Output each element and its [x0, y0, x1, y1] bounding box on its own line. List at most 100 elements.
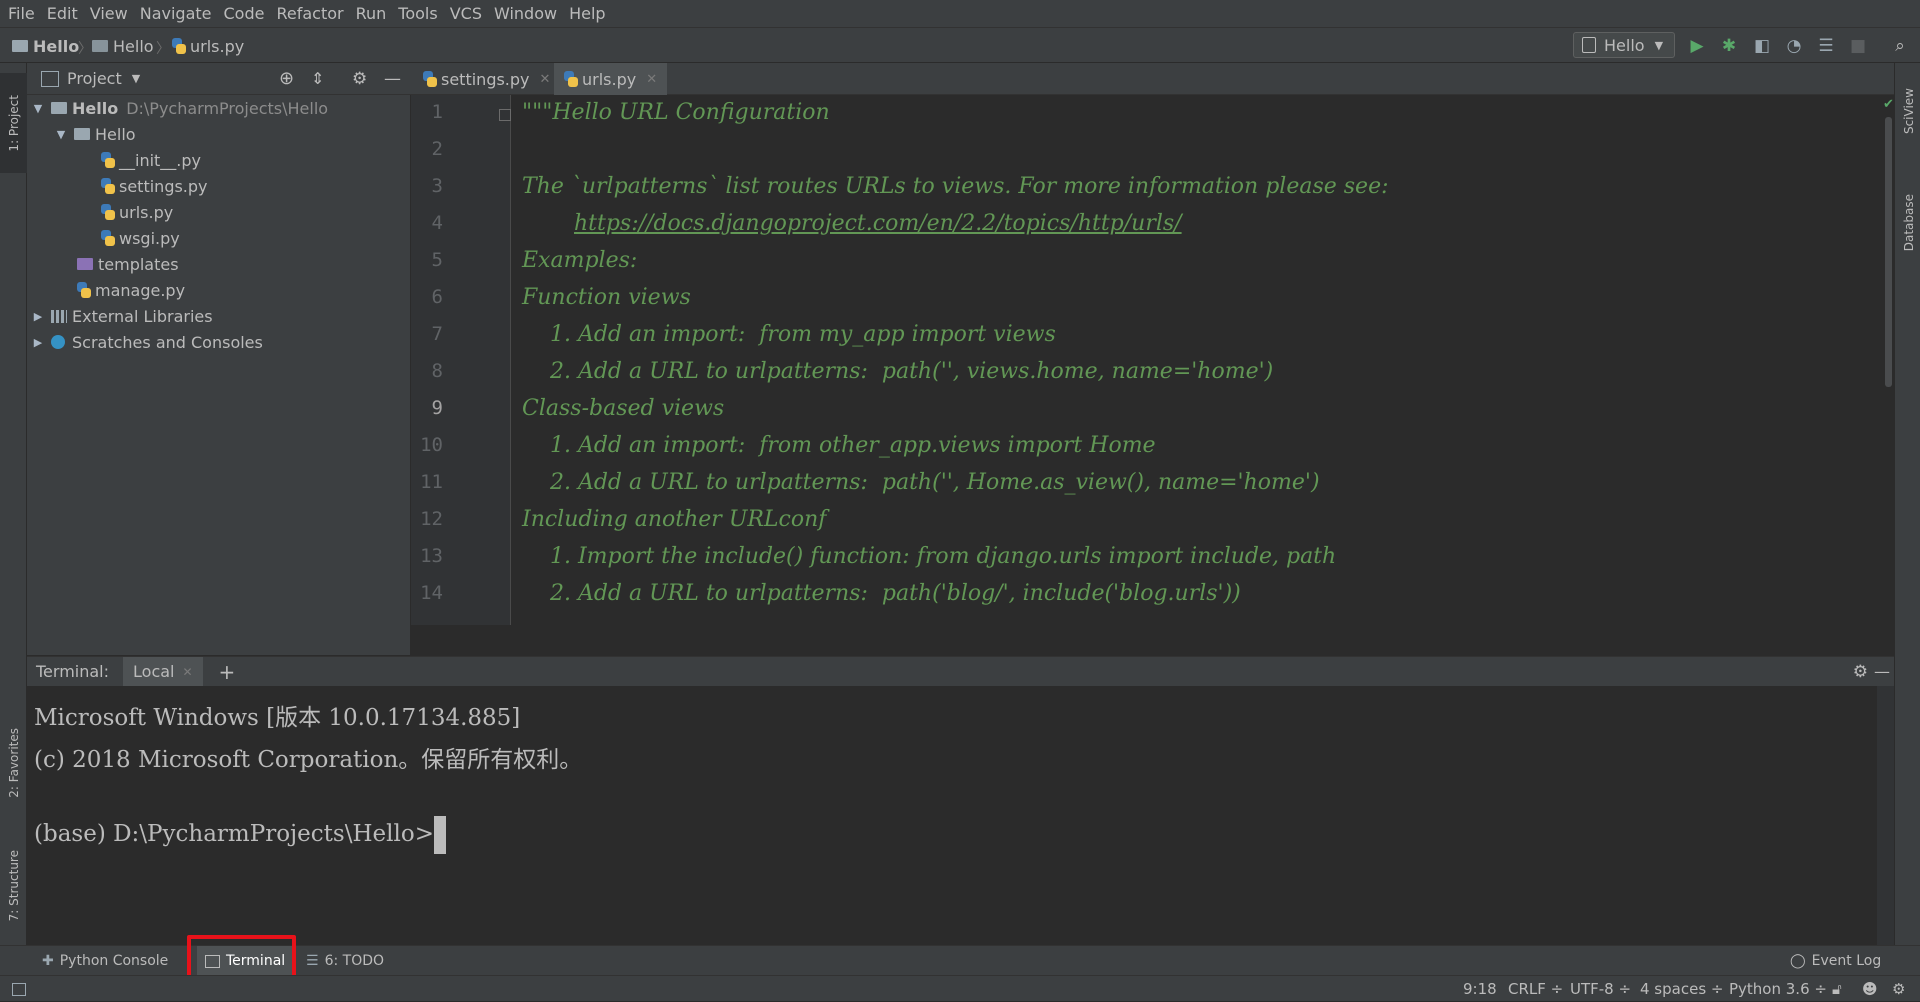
folder-icon	[12, 40, 28, 52]
run-configuration-dropdown[interactable]: Hello ▼	[1573, 32, 1675, 58]
tab-database[interactable]: Database	[1895, 173, 1920, 273]
menu-code[interactable]: Code	[218, 0, 271, 27]
tab-urls-py[interactable]: urls.py ✕	[554, 63, 668, 98]
python-interpreter[interactable]: Python 3.6 ÷	[1729, 976, 1827, 1002]
breadcrumb-folder[interactable]: Hello	[92, 28, 154, 64]
line-number: 14	[420, 582, 443, 604]
python-file-icon	[172, 38, 186, 54]
fold-marker-icon[interactable]	[499, 109, 511, 121]
terminal-line: (c) 2018 Microsoft Corporation。保留所有权利。	[34, 747, 583, 773]
project-view-selector[interactable]: Project	[67, 69, 122, 88]
tab-project[interactable]: 1: Project	[0, 73, 27, 173]
python-file-icon	[101, 204, 115, 220]
code-line: 2. Add a URL to urlpatterns: path('', vi…	[522, 359, 1274, 384]
tab-todo[interactable]: ☰ 6: TODO	[306, 946, 384, 976]
breadcrumb-file[interactable]: urls.py	[172, 28, 244, 64]
profile-icon[interactable]: ◔	[1783, 35, 1805, 57]
locate-icon[interactable]: ⊕	[279, 68, 294, 89]
project-tree: ▼ Hello D:\PycharmProjects\Hello ▼ Hello…	[27, 95, 411, 655]
tab-event-log[interactable]: ◯ Event Log	[1790, 946, 1881, 976]
code-editor[interactable]: """Hello URL Configuration The `urlpatte…	[512, 95, 1882, 625]
menu-view[interactable]: View	[84, 0, 134, 27]
indent-setting[interactable]: 4 spaces ÷	[1640, 976, 1723, 1002]
notification-icon[interactable]: ⚙	[1892, 976, 1905, 1002]
tree-item-root[interactable]: ▼ Hello D:\PycharmProjects\Hello	[31, 95, 328, 121]
code-line: Examples:	[522, 248, 638, 273]
menu-help[interactable]: Help	[563, 0, 611, 27]
search-icon[interactable]: ⌕	[1889, 35, 1911, 57]
hide-icon[interactable]: —	[1874, 662, 1890, 681]
close-icon[interactable]: ✕	[182, 665, 192, 679]
terminal-scrollbar[interactable]	[1877, 686, 1894, 945]
menu-window[interactable]: Window	[488, 0, 563, 27]
line-separator[interactable]: CRLF ÷	[1508, 976, 1563, 1002]
tab-favorites[interactable]: 2: Favorites	[0, 703, 27, 823]
tab-local[interactable]: Local ✕	[123, 656, 203, 687]
stop-icon[interactable]: ■	[1847, 35, 1869, 57]
collapsed-arrow-icon: ▶	[33, 335, 43, 349]
menu-edit[interactable]: Edit	[41, 0, 84, 27]
tree-item-package[interactable]: ▼ Hello	[54, 121, 136, 147]
editor-scrollbar[interactable]: ✔	[1883, 95, 1894, 625]
docs-link[interactable]: https://docs.djangoproject.com/en/2.2/to…	[574, 211, 1182, 236]
inspector-icon[interactable]: ☻	[1862, 976, 1878, 1002]
caret-position[interactable]: 9:18	[1463, 976, 1497, 1002]
menu-file[interactable]: File	[0, 0, 41, 27]
code-line: https://docs.djangoproject.com/en/2.2/to…	[574, 206, 1182, 242]
terminal-output[interactable]: Microsoft Windows [版本 10.0.17134.885] (c…	[27, 686, 1894, 945]
line-number: 3	[431, 175, 443, 197]
tree-item-scratches[interactable]: ▶ Scratches and Consoles	[31, 329, 263, 355]
tool-windows-icon[interactable]	[12, 976, 26, 1002]
scrollbar-thumb[interactable]	[1885, 117, 1892, 387]
tree-item-file[interactable]: urls.py	[101, 199, 173, 225]
tab-structure[interactable]: 7: Structure	[0, 833, 27, 938]
expanded-arrow-icon: ▼	[33, 101, 43, 115]
code-line: 2. Add a URL to urlpatterns: path('', Ho…	[522, 470, 1320, 495]
menu-navigate[interactable]: Navigate	[134, 0, 218, 27]
new-tab-icon[interactable]: +	[219, 660, 236, 684]
package-folder-icon	[74, 128, 90, 140]
hide-icon[interactable]: —	[384, 69, 401, 89]
tree-item-external-libraries[interactable]: ▶ External Libraries	[31, 303, 213, 329]
tab-settings-py[interactable]: settings.py ✕	[413, 63, 560, 95]
code-line: 1. Add an import: from other_app.views i…	[522, 433, 1156, 458]
left-tool-stripe: 1: Project 2: Favorites 7: Structure	[0, 63, 27, 945]
breadcrumb-project[interactable]: Hello	[12, 28, 79, 64]
tab-python-console[interactable]: ✚ Python Console	[42, 946, 168, 976]
tree-item-templates[interactable]: templates	[77, 251, 179, 277]
tree-item-file[interactable]: wsgi.py	[101, 225, 180, 251]
debug-icon[interactable]: ✱	[1718, 35, 1740, 57]
status-bar: 9:18 CRLF ÷ UTF-8 ÷ 4 spaces ÷ Python 3.…	[0, 975, 1920, 1001]
lock-icon[interactable]: 🔓︎	[1832, 976, 1842, 1002]
check-icon: ✔	[1883, 97, 1894, 112]
gear-icon[interactable]: ⚙	[1853, 662, 1868, 682]
collapse-all-icon[interactable]: ⇕	[311, 69, 324, 88]
tree-item-file[interactable]: __init__.py	[101, 147, 201, 173]
tree-item-manage[interactable]: manage.py	[77, 277, 185, 303]
coverage-icon[interactable]: ◧	[1751, 35, 1773, 57]
gear-icon[interactable]: ⚙	[352, 69, 367, 89]
tree-item-file[interactable]: settings.py	[101, 173, 208, 199]
file-encoding[interactable]: UTF-8 ÷	[1570, 976, 1631, 1002]
chevron-down-icon[interactable]: ▼	[132, 72, 140, 85]
concurrency-icon[interactable]: ☰	[1815, 35, 1837, 57]
scratches-icon	[51, 335, 65, 349]
text-cursor	[433, 816, 446, 854]
code-line: 1. Add an import: from my_app import vie…	[522, 322, 1056, 347]
code-line: 2. Add a URL to urlpatterns: path('blog/…	[522, 581, 1241, 606]
python-file-icon	[423, 71, 437, 87]
menu-vcs[interactable]: VCS	[444, 0, 488, 27]
close-icon[interactable]: ✕	[646, 72, 657, 87]
folder-icon	[92, 40, 108, 52]
python-file-icon	[101, 178, 115, 194]
close-icon[interactable]: ✕	[540, 72, 551, 87]
menu-tools[interactable]: Tools	[392, 0, 443, 27]
run-icon[interactable]: ▶	[1686, 35, 1708, 57]
menu-refactor[interactable]: Refactor	[270, 0, 349, 27]
terminal-header: Terminal: Local ✕ + ⚙ —	[27, 656, 1894, 687]
menu-run[interactable]: Run	[350, 0, 393, 27]
event-log-icon: ◯	[1790, 953, 1806, 969]
code-line: Class-based views	[522, 396, 725, 421]
tab-sciview[interactable]: SciView	[1895, 71, 1920, 151]
line-number: 2	[431, 138, 443, 160]
